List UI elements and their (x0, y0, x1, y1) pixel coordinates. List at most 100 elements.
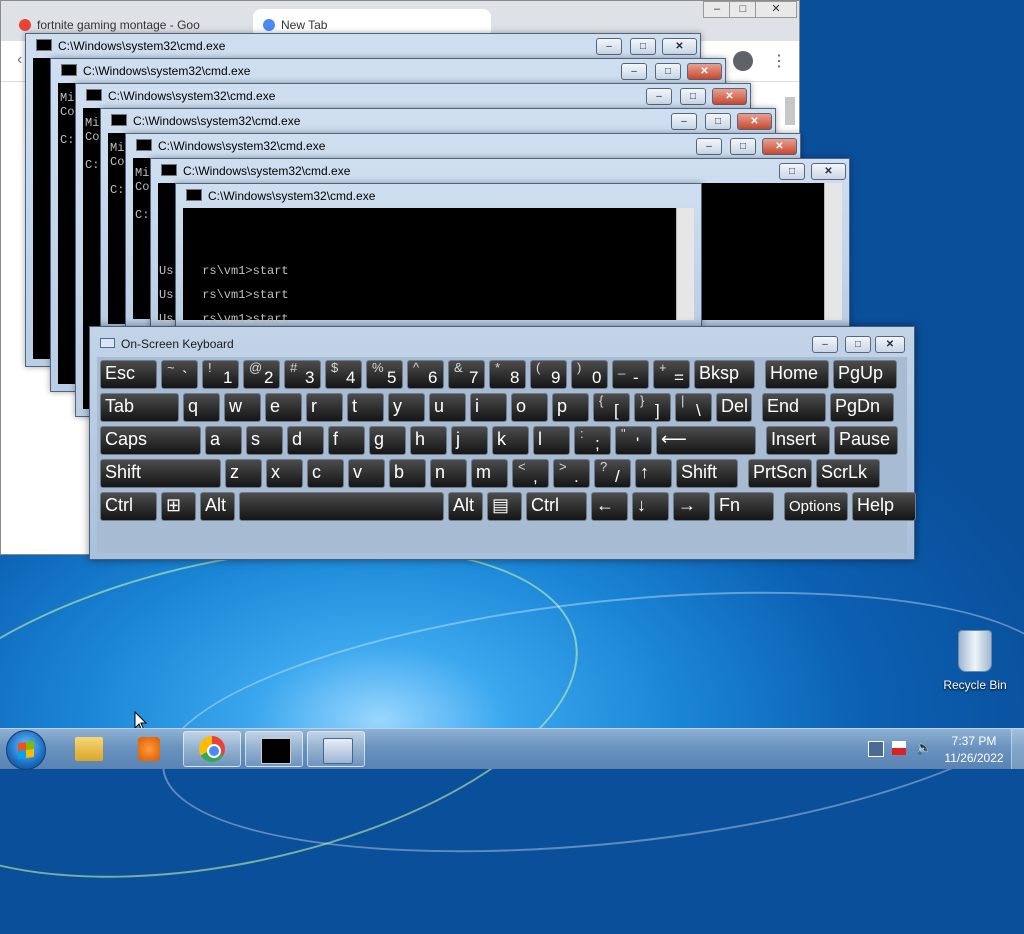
back-icon[interactable]: ‹ (17, 51, 22, 69)
key-menu[interactable]: ▤ (487, 492, 522, 521)
minimize-button[interactable]: – (621, 63, 647, 80)
key-m[interactable]: m (471, 459, 508, 488)
key-right[interactable]: → (673, 492, 710, 521)
key-pause[interactable]: Pause (834, 426, 898, 455)
minimize-button[interactable]: – (596, 38, 622, 55)
key-fn[interactable]: Fn (714, 492, 774, 521)
key-rshift[interactable]: Shift (676, 459, 738, 488)
key-3[interactable]: #3 (284, 360, 321, 389)
osk-close-button[interactable]: ✕ (875, 336, 905, 353)
taskbar-on-screen-keyboard[interactable] (307, 731, 365, 767)
key-pgdn[interactable]: PgDn (830, 393, 894, 422)
key-8[interactable]: * 8 (489, 360, 526, 389)
key-minus[interactable]: _ - (612, 360, 649, 389)
key-rctrl[interactable]: Ctrl (526, 492, 587, 521)
key-p[interactable]: p (552, 393, 589, 422)
key-1[interactable]: ! 1 (202, 360, 239, 389)
clock-time[interactable]: 7:37 PM (934, 734, 1014, 748)
close-button[interactable]: ✕ (762, 138, 797, 155)
key-4[interactable]: $4 (325, 360, 362, 389)
key-help[interactable]: Help (852, 492, 916, 521)
minimize-button[interactable]: – (696, 138, 722, 155)
maximize-button[interactable]: □ (655, 63, 681, 80)
key-backslash[interactable]: | \ (675, 393, 712, 422)
key-9[interactable]: (9 (530, 360, 567, 389)
close-button[interactable]: ✕ (712, 88, 747, 105)
cmd-window-active[interactable]: C:\Windows\system32\cmd.exe (175, 183, 702, 328)
profile-icon[interactable] (733, 51, 753, 71)
key-e[interactable]: e (265, 393, 302, 422)
taskbar-explorer[interactable] (60, 731, 118, 767)
maximize-button[interactable]: □ (680, 88, 706, 105)
minimize-button[interactable]: – (646, 88, 672, 105)
browser-close-button[interactable]: ✕ (755, 1, 797, 18)
key-6[interactable]: ^ 6 (407, 360, 444, 389)
osk-maximize-button[interactable]: □ (845, 336, 871, 353)
key-r[interactable]: r (306, 393, 343, 422)
console-scrollbar[interactable] (824, 183, 842, 320)
key-lshift[interactable]: Shift (100, 459, 221, 488)
maximize-button[interactable]: □ (730, 138, 756, 155)
network-icon[interactable] (868, 741, 884, 757)
key-semicolon[interactable]: :; (574, 426, 611, 455)
start-button[interactable] (6, 730, 46, 770)
browser-scrollbar[interactable] (785, 97, 795, 125)
action-center-flag-icon[interactable] (892, 741, 906, 755)
key-5[interactable]: % 5 (366, 360, 403, 389)
key-k[interactable]: k (492, 426, 529, 455)
key-n[interactable]: n (430, 459, 467, 488)
key-a[interactable]: a (205, 426, 242, 455)
key-g[interactable]: g (369, 426, 406, 455)
key-win[interactable]: ⊞ (161, 492, 196, 521)
key-period[interactable]: >. (553, 459, 590, 488)
key-lctrl[interactable]: Ctrl (100, 492, 157, 521)
maximize-button[interactable]: □ (779, 163, 805, 180)
key-lalt[interactable]: Alt (200, 492, 235, 521)
key-insert[interactable]: Insert (766, 426, 830, 455)
close-button[interactable]: ✕ (662, 38, 697, 55)
key-tab[interactable]: Tab (100, 393, 179, 422)
key-o[interactable]: o (511, 393, 548, 422)
maximize-button[interactable]: □ (705, 113, 731, 130)
key-tilde[interactable]: ~ ` (161, 360, 198, 389)
taskbar-cmd[interactable] (245, 731, 303, 767)
key-i[interactable]: i (470, 393, 507, 422)
key-up[interactable]: ↑ (635, 459, 672, 488)
key-x[interactable]: x (266, 459, 303, 488)
console-scrollbar[interactable] (676, 208, 694, 320)
key-equals[interactable]: + = (653, 360, 690, 389)
key-y[interactable]: y (388, 393, 425, 422)
key-0[interactable]: ) 0 (571, 360, 608, 389)
volume-icon[interactable]: 🔈 (916, 741, 932, 755)
key-slash[interactable]: ? / (594, 459, 631, 488)
key-prtscn[interactable]: PrtScn (748, 459, 812, 488)
key-c[interactable]: c (307, 459, 344, 488)
key-enter[interactable]: ⟵ (656, 426, 756, 455)
close-button[interactable]: ✕ (811, 163, 846, 180)
key-bksp[interactable]: Bksp (694, 360, 755, 389)
menu-icon[interactable]: ⋮ (771, 51, 787, 71)
key-d[interactable]: d (287, 426, 324, 455)
key-end[interactable]: End (762, 393, 826, 422)
key-7[interactable]: & 7 (448, 360, 485, 389)
key-del[interactable]: Del (716, 393, 752, 422)
maximize-button[interactable]: □ (630, 38, 656, 55)
key-u[interactable]: u (429, 393, 466, 422)
key-s[interactable]: s (246, 426, 283, 455)
browser-minimize-button[interactable]: – (703, 1, 731, 18)
key-j[interactable]: j (451, 426, 488, 455)
key-t[interactable]: t (347, 393, 384, 422)
key-h[interactable]: h (410, 426, 447, 455)
clock-date[interactable]: 11/26/2022 (934, 751, 1014, 765)
close-button[interactable]: ✕ (737, 113, 772, 130)
recycle-bin[interactable]: Recycle Bin (940, 630, 1010, 692)
key-comma[interactable]: <, (512, 459, 549, 488)
key-ralt[interactable]: Alt (448, 492, 483, 521)
key-scrlk[interactable]: ScrLk (816, 459, 880, 488)
key-left[interactable]: ← (591, 492, 628, 521)
on-screen-keyboard-window[interactable]: On-Screen Keyboard – □ ✕ Esc ~ `! 1 @2 #3 $4% 5… (89, 326, 916, 560)
key-caps[interactable]: Caps (100, 426, 201, 455)
key-options[interactable]: Options (784, 492, 848, 521)
key-down[interactable]: ↓ (632, 492, 669, 521)
key-esc[interactable]: Esc (100, 360, 157, 389)
